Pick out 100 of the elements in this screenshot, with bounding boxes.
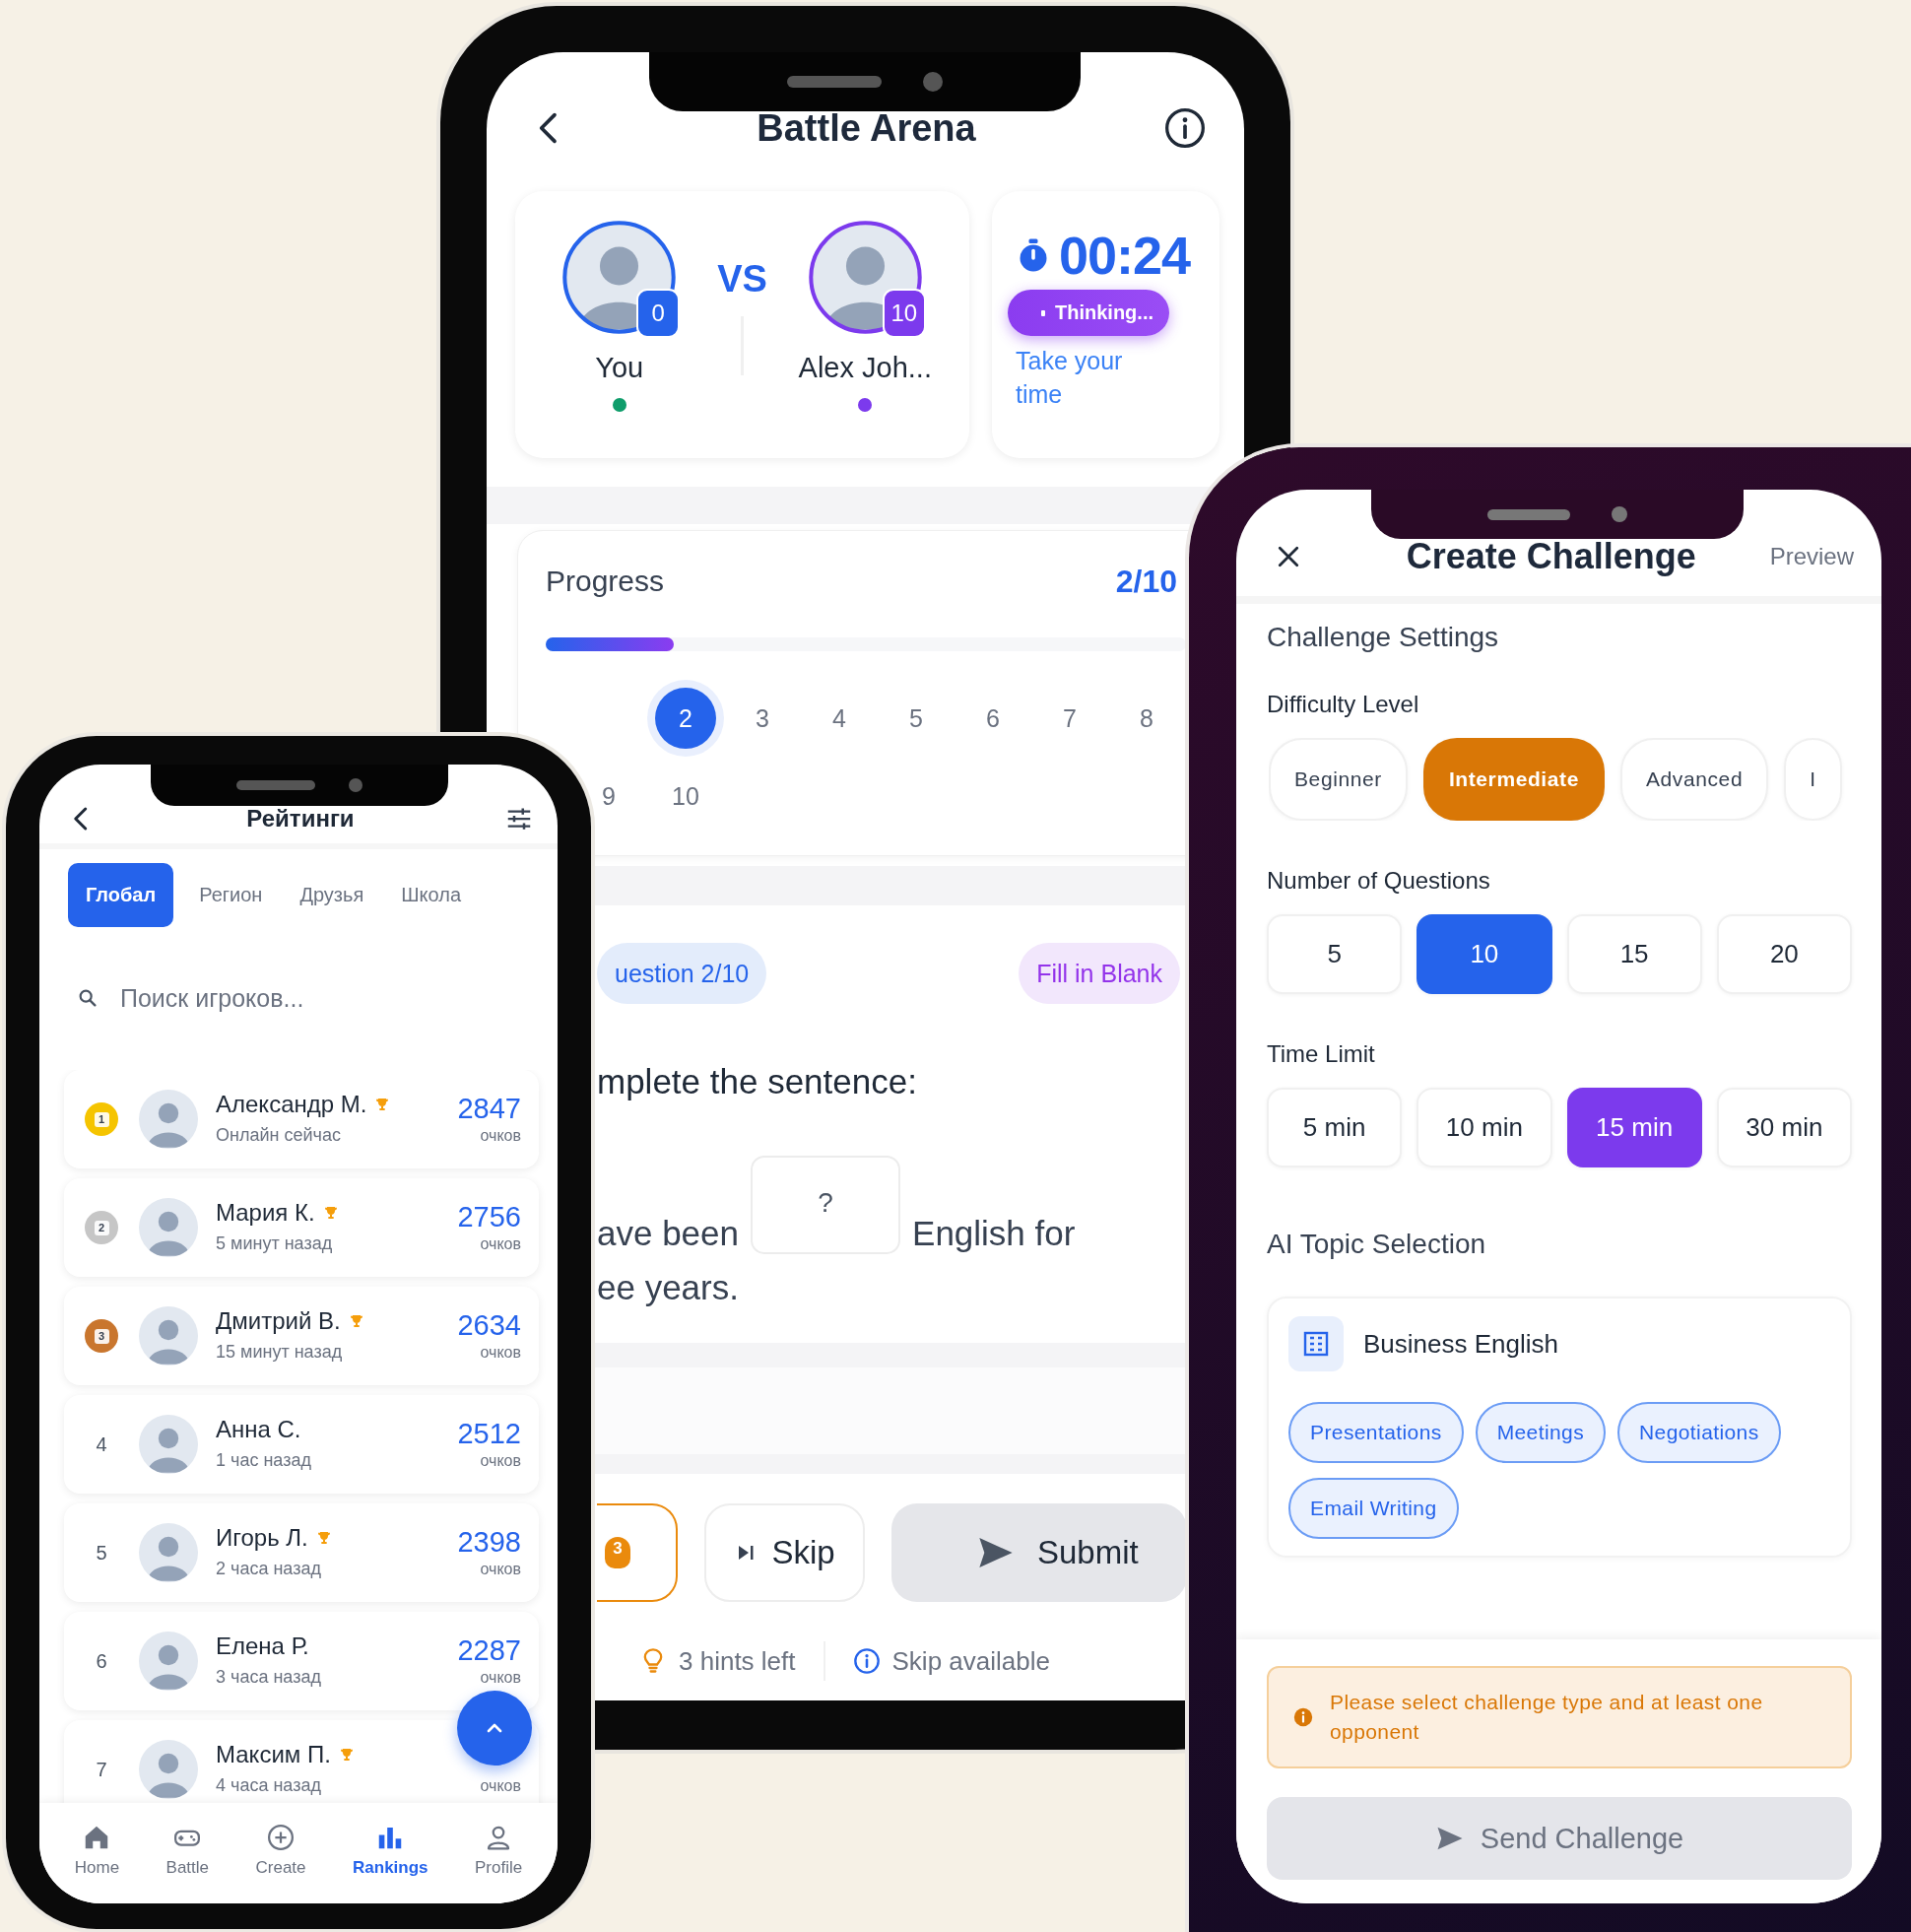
difficulty-option[interactable]: Intermediate — [1422, 738, 1605, 821]
nav-item[interactable]: Battle — [165, 1823, 210, 1878]
last-seen-text: 3 часа назад — [216, 1666, 322, 1689]
player-row[interactable]: 6 Елена Р. 3 часа назад 2287 очков — [64, 1612, 539, 1710]
player-name: Дмитрий В. — [216, 1307, 341, 1335]
points-value: 2756 — [457, 1200, 521, 1233]
nav-item[interactable]: Rankings — [353, 1823, 428, 1878]
last-seen-text: 4 часа назад — [216, 1774, 322, 1797]
search-icon — [77, 987, 99, 1009]
points-value: 2847 — [457, 1092, 521, 1125]
setting-label: Time Limit — [1267, 1039, 1376, 1069]
timer-text: 00:24 — [1059, 225, 1191, 286]
option-button[interactable]: 10 min — [1417, 1088, 1552, 1167]
points-value: 2287 — [457, 1633, 521, 1667]
points-label: очков — [480, 1451, 521, 1471]
question-type-badge: Fill in Blank — [1019, 943, 1180, 1004]
topic-tag[interactable]: Meetings — [1475, 1402, 1607, 1463]
player-row[interactable]: 4 Анна С. 1 час назад 2512 очков — [64, 1395, 539, 1494]
option-button[interactable]: 5 — [1267, 914, 1403, 994]
info-icon[interactable] — [1163, 106, 1207, 150]
points-label: очков — [480, 1234, 521, 1254]
versus-label: VS — [717, 258, 767, 300]
option-button[interactable]: 5 min — [1267, 1088, 1403, 1167]
score-badge: 0 — [636, 289, 681, 338]
last-seen-text: Онлайн сейчас — [216, 1124, 342, 1147]
topic-name: Business English — [1363, 1328, 1558, 1360]
sentence-text: ave been — [597, 1213, 740, 1254]
building-icon — [1288, 1316, 1344, 1371]
question-step[interactable]: 3 — [756, 688, 769, 749]
warning-text: Please select challenge type and at least one opponent — [1330, 1690, 1764, 1745]
nav-item[interactable]: Profile — [475, 1823, 523, 1878]
question-step[interactable]: 6 — [986, 688, 1000, 749]
search-field[interactable]: Поиск игроков... — [120, 983, 475, 1013]
difficulty-option[interactable]: Advanced — [1619, 738, 1769, 821]
avatar-silhouette — [139, 1523, 198, 1582]
player-name: Максим П. — [216, 1741, 331, 1768]
hint-status-text: 3 hints left — [679, 1645, 796, 1677]
setting-label: Difficulty Level — [1267, 690, 1420, 719]
option-button[interactable]: 10 — [1417, 914, 1552, 994]
topic-tag[interactable]: Negotiations — [1617, 1402, 1781, 1463]
topic-tag[interactable]: Presentations — [1288, 1402, 1464, 1463]
difficulty-option[interactable]: I — [1784, 738, 1842, 821]
avatar-silhouette — [139, 1740, 198, 1799]
topic-tag[interactable]: Email Writing — [1288, 1478, 1459, 1539]
points-value: 2398 — [457, 1525, 521, 1559]
timer-note: Take your time — [1016, 346, 1124, 410]
last-seen-text: 5 минут назад — [216, 1232, 334, 1255]
player-name: Елена Р. — [216, 1632, 309, 1660]
status-pill: Thinking... — [1008, 290, 1169, 336]
option-button[interactable]: 20 — [1716, 914, 1852, 994]
player-row[interactable]: 2 Мария К. 5 минут назад 2756 очков — [64, 1178, 539, 1277]
rank-medal: 2 — [85, 1211, 118, 1244]
difficulty-option[interactable]: Beginner — [1269, 738, 1408, 821]
player-row[interactable]: 7 Максим П. 4 часа назад очков — [64, 1720, 539, 1803]
question-prompt: mplete the sentence: — [597, 1061, 918, 1102]
question-step[interactable]: 10 — [672, 766, 699, 827]
option-button[interactable]: 15 min — [1566, 1088, 1702, 1167]
player-name: Анна С. — [216, 1416, 301, 1443]
rank-number: 6 — [96, 1649, 107, 1673]
sentence-text: English for — [912, 1213, 1076, 1254]
filter-tab[interactable]: Регион — [187, 863, 275, 927]
question-step[interactable]: 8 — [1140, 688, 1153, 749]
question-step[interactable]: 9 — [602, 766, 616, 827]
section-heading: Challenge Settings — [1267, 621, 1500, 654]
submit-button[interactable]: Submit — [891, 1503, 1187, 1602]
option-button[interactable]: 30 min — [1716, 1088, 1852, 1167]
skip-button[interactable]: Skip — [704, 1503, 865, 1602]
nav-item[interactable]: Home — [74, 1823, 120, 1878]
screen-title: Battle Arena — [757, 106, 976, 150]
progress-title: Progress — [546, 565, 665, 598]
nav-item[interactable]: Create — [255, 1823, 306, 1878]
points-label: очков — [480, 1776, 521, 1796]
player-name: Alex Joh... — [798, 352, 932, 384]
player-row[interactable]: 5 Игорь Л. 2 часа назад 2398 очков — [64, 1503, 539, 1602]
rank-medal: 1 — [85, 1102, 118, 1136]
info-icon — [852, 1647, 881, 1675]
filter-tab[interactable]: Школа — [389, 863, 474, 927]
filter-tab[interactable]: Глобал — [68, 863, 174, 927]
rank-number: 7 — [96, 1758, 107, 1781]
rank-number: 4 — [96, 1432, 107, 1456]
last-seen-text: 1 час назад — [216, 1449, 312, 1472]
preview-button[interactable]: Preview — [1769, 543, 1854, 570]
player-row[interactable]: 3 Дмитрий В. 15 минут назад 2634 очков — [64, 1287, 539, 1385]
question-step[interactable]: 4 — [832, 688, 846, 749]
player-row[interactable]: 1 Александр М. Онлайн сейчас 2847 очков — [64, 1070, 539, 1168]
points-label: очков — [480, 1668, 521, 1688]
question-step[interactable]: 7 — [1063, 688, 1077, 749]
question-step[interactable]: 2 — [655, 688, 716, 749]
option-button[interactable]: 15 — [1566, 914, 1702, 994]
question-number-badge: uestion 2/10 — [597, 943, 767, 1004]
question-step[interactable]: 5 — [909, 688, 923, 749]
last-seen-text: 15 минут назад — [216, 1341, 344, 1364]
score-badge: 10 — [882, 289, 926, 338]
filter-tab[interactable]: Друзья — [288, 863, 376, 927]
answer-box[interactable]: ? — [751, 1156, 901, 1254]
sentence-text: ee years. — [597, 1267, 740, 1308]
setting-label: Number of Questions — [1267, 866, 1491, 896]
avatar-silhouette — [139, 1632, 198, 1691]
progress-count: 2/10 — [1115, 563, 1177, 600]
player-name: Игорь Л. — [216, 1524, 308, 1552]
